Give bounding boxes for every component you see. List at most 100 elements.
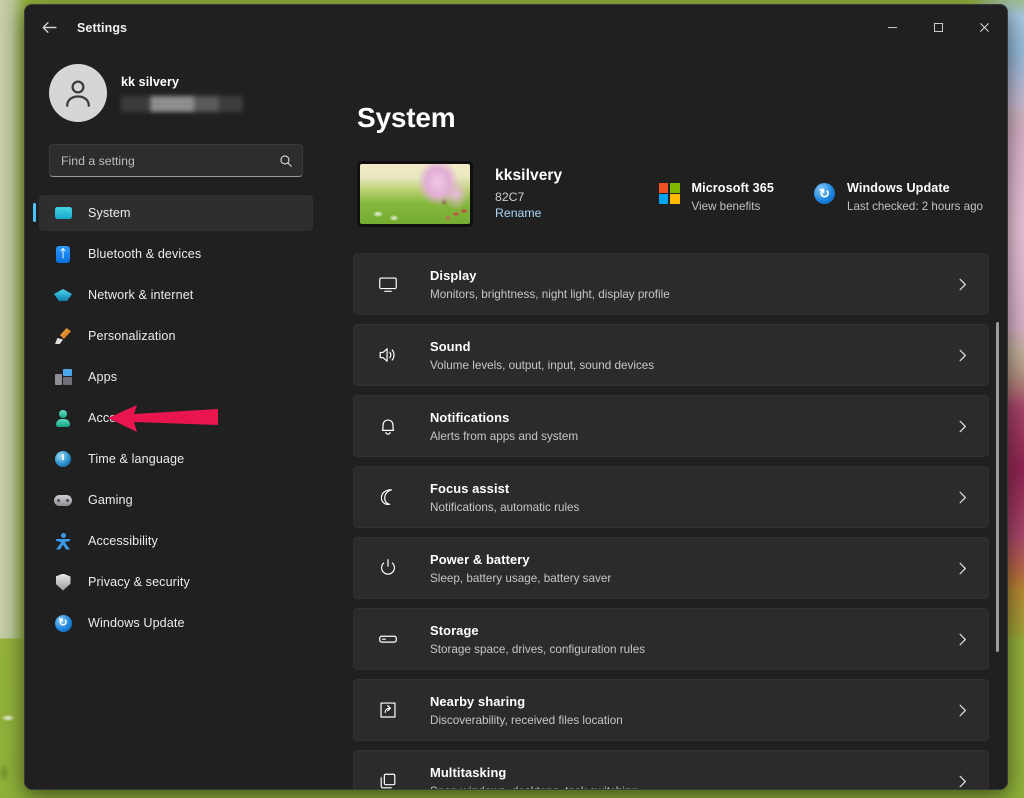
search-icon[interactable] <box>279 154 293 168</box>
minimize-button[interactable] <box>869 5 915 50</box>
microsoft-logo-icon <box>659 183 681 205</box>
quick-links: Microsoft 365 View benefits ↻ Windows Up… <box>659 181 983 213</box>
sidebar-item-personalization[interactable]: Personalization <box>39 318 313 354</box>
chevron-right-icon[interactable] <box>955 561 970 576</box>
account-email-redacted <box>121 96 243 112</box>
settings-card-focus-assist[interactable]: Focus assist Notifications, automatic ru… <box>353 466 989 528</box>
sidebar-item-gaming[interactable]: Gaming <box>39 482 313 518</box>
sidebar-item-privacy-security[interactable]: Privacy & security <box>39 564 313 600</box>
settings-card-display[interactable]: Display Monitors, brightness, night ligh… <box>353 253 989 315</box>
card-subtitle: Notifications, automatic rules <box>430 501 955 514</box>
quick-link-title: Windows Update <box>847 181 983 195</box>
sidebar-item-label: Bluetooth & devices <box>88 247 201 261</box>
close-icon <box>979 22 990 33</box>
multitasking-icon <box>376 769 400 789</box>
back-button[interactable] <box>33 12 65 44</box>
content-scrollbar[interactable] <box>991 50 1003 789</box>
card-title: Storage <box>430 623 955 638</box>
account-block[interactable]: kk silvery <box>49 64 313 122</box>
card-subtitle: Sleep, battery usage, battery saver <box>430 572 955 585</box>
settings-card-notifications[interactable]: Notifications Alerts from apps and syste… <box>353 395 989 457</box>
quick-link-microsoft-365[interactable]: Microsoft 365 View benefits <box>659 181 774 213</box>
chevron-right-icon[interactable] <box>955 490 970 505</box>
card-subtitle: Storage space, drives, configuration rul… <box>430 643 955 656</box>
sidebar-item-label: Accessibility <box>88 534 158 548</box>
card-subtitle: Volume levels, output, input, sound devi… <box>430 359 955 372</box>
title-bar: Settings <box>25 5 1007 50</box>
share-icon <box>376 698 400 722</box>
quick-link-windows-update[interactable]: ↻ Windows Update Last checked: 2 hours a… <box>814 181 983 213</box>
sidebar-item-label: Network & internet <box>88 288 193 302</box>
card-subtitle: Discoverability, received files location <box>430 714 955 727</box>
settings-card-sound[interactable]: Sound Volume levels, output, input, soun… <box>353 324 989 386</box>
sidebar: kk silvery S <box>25 50 327 789</box>
monitor-icon <box>53 203 73 223</box>
device-info: kksilvery 82C7 Rename <box>495 167 562 222</box>
search-input[interactable] <box>61 154 279 168</box>
sidebar-item-label: Personalization <box>88 329 176 343</box>
card-title: Multitasking <box>430 765 955 780</box>
sidebar-item-label: System <box>88 206 131 220</box>
settings-card-nearby-sharing[interactable]: Nearby sharing Discoverability, received… <box>353 679 989 741</box>
avatar <box>49 64 107 122</box>
update-sync-icon: ↻ <box>53 613 73 633</box>
bell-icon <box>376 414 400 438</box>
scrollbar-thumb[interactable] <box>996 322 999 652</box>
chevron-right-icon[interactable] <box>955 632 970 647</box>
apps-grid-icon <box>53 367 73 387</box>
search-box[interactable] <box>49 144 303 177</box>
wifi-icon <box>53 285 73 305</box>
settings-card-storage[interactable]: Storage Storage space, drives, configura… <box>353 608 989 670</box>
sidebar-item-bluetooth-devices[interactable]: ᛏ Bluetooth & devices <box>39 236 313 272</box>
clock-globe-icon <box>53 449 73 469</box>
accessibility-icon <box>53 531 73 551</box>
sidebar-item-time-language[interactable]: Time & language <box>39 441 313 477</box>
rename-link[interactable]: Rename <box>495 206 541 220</box>
paintbrush-icon <box>53 326 73 346</box>
settings-card-power-battery[interactable]: Power & battery Sleep, battery usage, ba… <box>353 537 989 599</box>
main-content: System kksilvery 82C7 Rename <box>327 50 1007 789</box>
page-title: System <box>357 102 989 134</box>
card-title: Notifications <box>430 410 955 425</box>
person-icon <box>60 75 96 111</box>
sidebar-item-system[interactable]: System <box>39 195 313 231</box>
quick-link-subtitle: Last checked: 2 hours ago <box>847 200 983 213</box>
chevron-right-icon[interactable] <box>955 277 970 292</box>
sidebar-item-accounts[interactable]: Accounts <box>39 400 313 436</box>
window-body: kk silvery S <box>25 50 1007 789</box>
card-title: Power & battery <box>430 552 955 567</box>
settings-card-list: Display Monitors, brightness, night ligh… <box>353 253 989 789</box>
speaker-icon <box>376 343 400 367</box>
device-wallpaper-thumbnail <box>357 161 473 227</box>
quick-link-title: Microsoft 365 <box>692 181 774 195</box>
card-title: Nearby sharing <box>430 694 955 709</box>
minimize-icon <box>887 22 898 33</box>
account-name: kk silvery <box>121 75 243 89</box>
sidebar-item-accessibility[interactable]: Accessibility <box>39 523 313 559</box>
card-title: Display <box>430 268 955 283</box>
sidebar-item-network-internet[interactable]: Network & internet <box>39 277 313 313</box>
close-button[interactable] <box>961 5 1007 50</box>
maximize-button[interactable] <box>915 5 961 50</box>
card-subtitle: Alerts from apps and system <box>430 430 955 443</box>
chevron-right-icon[interactable] <box>955 774 970 789</box>
update-sync-icon: ↻ <box>814 183 836 205</box>
account-text: kk silvery <box>121 75 243 112</box>
sidebar-item-label: Accounts <box>88 411 141 425</box>
chevron-right-icon[interactable] <box>955 419 970 434</box>
sidebar-item-label: Privacy & security <box>88 575 190 589</box>
card-title: Sound <box>430 339 955 354</box>
chevron-right-icon[interactable] <box>955 703 970 718</box>
sidebar-item-apps[interactable]: Apps <box>39 359 313 395</box>
moon-icon <box>376 485 400 509</box>
chevron-right-icon[interactable] <box>955 348 970 363</box>
sidebar-item-windows-update[interactable]: ↻ Windows Update <box>39 605 313 641</box>
gamepad-icon <box>53 490 73 510</box>
sidebar-item-label: Gaming <box>88 493 133 507</box>
window-controls <box>869 5 1007 50</box>
bluetooth-icon: ᛏ <box>53 244 73 264</box>
card-title: Focus assist <box>430 481 955 496</box>
settings-card-multitasking[interactable]: Multitasking Snap windows, desktops, tas… <box>353 750 989 789</box>
sidebar-item-label: Time & language <box>88 452 184 466</box>
quick-link-subtitle: View benefits <box>692 200 774 213</box>
